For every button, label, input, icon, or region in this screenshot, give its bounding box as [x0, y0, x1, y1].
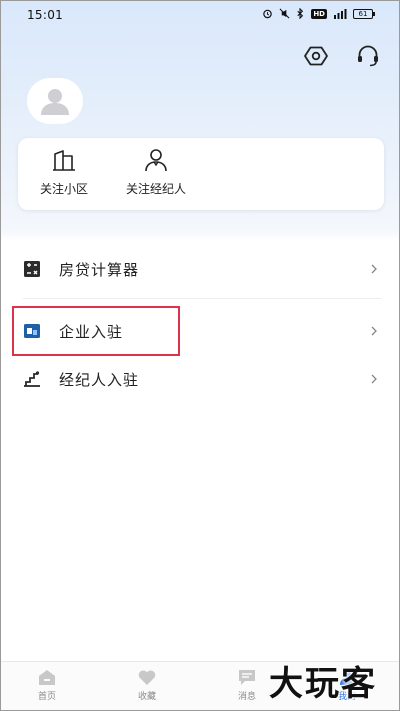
follow-agent-label: 关注经纪人 [125, 182, 186, 196]
avatar[interactable] [27, 78, 83, 124]
watermark: 大玩客 [269, 664, 377, 704]
person-icon [145, 149, 167, 172]
follow-agent-button[interactable]: 关注经纪人 [118, 148, 194, 197]
nav-messages-label: 消息 [237, 692, 256, 702]
menu-item-label: 房贷计算器 [59, 260, 140, 279]
nav-home[interactable]: 首页 [17, 668, 77, 702]
highlight-box [12, 306, 180, 356]
heart-icon [138, 670, 156, 685]
status-bar: 15:01 HD 61 [1, 1, 399, 29]
user-avatar-icon [41, 89, 69, 115]
nav-favorites-label: 收藏 [137, 692, 156, 702]
alarm-icon [263, 9, 273, 19]
mute-icon [279, 8, 290, 19]
building-icon [53, 150, 75, 171]
settings-hexagon-icon [304, 46, 328, 66]
headset-icon [358, 45, 378, 67]
chevron-right-icon [371, 374, 377, 384]
chevron-right-icon [371, 326, 377, 336]
follow-card: 关注小区 关注经纪人 [18, 138, 384, 210]
chevron-right-icon [371, 264, 377, 274]
nav-home-label: 首页 [37, 692, 56, 702]
divider [23, 298, 381, 299]
nav-messages[interactable]: 消息 [217, 668, 277, 702]
menu-item-mortgage-calculator[interactable]: 房贷计算器 [1, 247, 399, 291]
menu-item-agent-settle[interactable]: 经纪人入驻 [1, 357, 399, 401]
calculator-icon [24, 261, 40, 277]
message-icon [239, 670, 255, 685]
menu-item-label: 经纪人入驻 [59, 370, 140, 389]
follow-community-button[interactable]: 关注小区 [35, 148, 93, 197]
signal-icon [334, 9, 347, 19]
app-screen: 15:01 HD 61 关注小区 关注经纪人 房贷计算器 企业入驻 经纪人入驻 … [0, 0, 400, 711]
agent-stairs-icon [24, 371, 40, 387]
nav-favorites[interactable]: 收藏 [117, 668, 177, 702]
bluetooth-icon [297, 8, 304, 19]
status-icons: HD 61 [262, 8, 375, 19]
hd-icon: HD [311, 8, 327, 19]
home-icon [39, 670, 55, 685]
battery-icon: 61 [353, 8, 375, 19]
customer-service-button[interactable] [355, 43, 381, 69]
status-time: 15:01 [27, 8, 64, 22]
settings-button[interactable] [303, 43, 329, 69]
follow-community-label: 关注小区 [39, 182, 88, 196]
